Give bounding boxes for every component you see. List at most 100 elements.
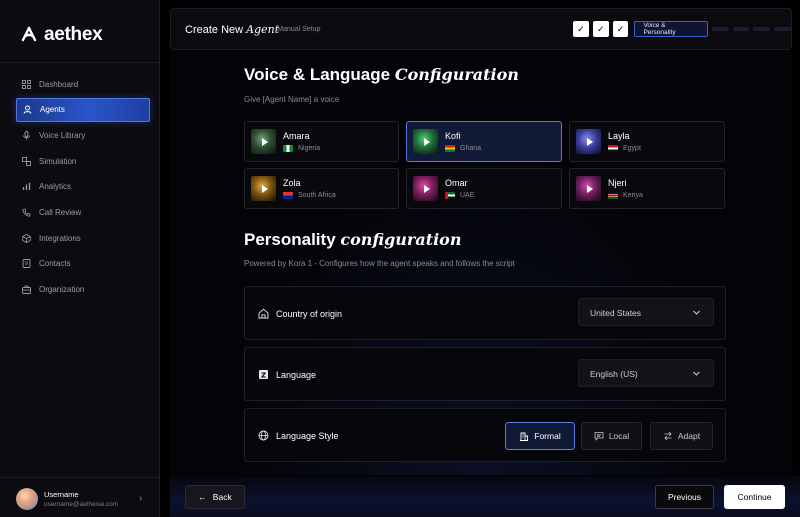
step-pending [774,27,791,31]
voice-grid: Amara Nigeria Kofi Ghana Layla Egypt Zol… [244,121,726,209]
page-subtitle: - Manual Setup [273,26,321,33]
voice-avatar [576,129,601,154]
play-icon[interactable] [261,184,268,193]
continue-button-label: Continue [737,492,772,502]
style-local-label: Local [608,431,630,441]
country-of-origin-label: Country of origin [276,309,343,319]
nigeria-flag-icon [283,145,293,152]
sidebar-item-organization[interactable]: Organization [16,278,150,302]
play-icon[interactable] [586,137,593,146]
sidebar-item-label: Call Review [39,207,82,217]
sidebar-item-voice-library[interactable]: Voice Library [16,123,150,147]
language-select[interactable]: English (US) [578,359,714,387]
briefcase-icon [22,285,31,294]
footer-bar: ← Back Previous Continue [170,476,800,517]
user-icon [23,105,32,114]
globe-icon [258,430,269,441]
sidebar-item-call-review[interactable]: Call Review [16,200,150,224]
personality-section-title-italic: configuration [340,230,462,249]
country-of-origin-select[interactable]: United States [578,298,714,326]
language-icon: Z [258,369,269,380]
style-adapt-label: Adapt [677,431,701,441]
style-formal-label: Formal [534,431,561,441]
sidebar-item-contacts[interactable]: Contacts [16,252,150,276]
voice-card-kofi[interactable]: Kofi Ghana [406,121,562,162]
voice-card-omar[interactable]: Omar UAE [406,168,562,209]
page-title-text: Create New [185,24,244,36]
cube-icon [22,233,31,243]
back-button[interactable]: ← Back [185,485,245,509]
play-icon[interactable] [423,137,430,146]
country-of-origin-row: Country of origin United States [244,286,726,340]
bar-chart-icon [22,182,31,191]
simulation-icon [22,156,31,166]
top-bar: Create New Agent - Manual Setup ✓ ✓ ✓ Vo… [170,8,792,50]
sidebar-item-label: Voice Library [39,130,86,140]
sidebar-item-label: Organization [39,285,85,294]
step-pending [753,27,771,31]
language-style-row: Language Style Formal Local Adapt [244,408,726,462]
chat-icon [594,432,604,441]
voice-card-njeri[interactable]: Njeri Kenya [569,168,725,209]
style-local-button[interactable]: Local [581,422,642,450]
south-africa-flag-icon [283,192,293,199]
language-row: Z Language English (US) [244,347,726,401]
play-icon[interactable] [586,184,593,193]
play-icon[interactable] [423,184,430,193]
check-icon: ✓ [577,23,585,34]
check-icon: ✓ [616,23,625,34]
language-label: Language [276,370,317,380]
brand-logo[interactable]: aethex [20,24,103,46]
voice-country: Ghana [460,145,482,152]
grid-icon [22,79,31,89]
building-icon [520,432,529,441]
previous-button[interactable]: Previous [655,485,714,509]
uae-flag-icon [445,192,455,199]
step-complete-3[interactable]: ✓ [612,21,629,37]
voice-card-zola[interactable]: Zola South Africa [244,168,399,209]
contacts-icon [22,259,31,269]
sidebar-item-label: Contacts [39,259,71,269]
chevron-down-icon [693,371,700,376]
voice-country: Nigeria [298,145,321,152]
main-content: Voice & Language Configuration Give [Age… [170,50,792,475]
voice-avatar [413,176,438,201]
chevron-down-icon [693,310,700,315]
style-formal-button[interactable]: Formal [505,422,575,450]
back-button-label: Back [212,492,232,502]
aethex-logo-icon [21,26,37,42]
continue-button[interactable]: Continue [724,485,785,509]
step-current[interactable]: Voice & Personality [634,21,708,37]
step-complete-1[interactable]: ✓ [573,21,589,37]
voice-avatar [251,129,276,154]
sidebar-item-label: Integrations [39,233,81,243]
voice-card-layla[interactable]: Layla Egypt [569,121,725,162]
voice-avatar [413,129,438,154]
sidebar-item-label: Dashboard [39,79,79,89]
voice-name: Zola [283,178,301,188]
check-icon: ✓ [596,23,605,34]
step-complete-2[interactable]: ✓ [592,21,609,37]
play-icon[interactable] [261,137,268,146]
user-profile[interactable]: Username username@aethexai.com › [0,477,159,517]
voice-section-title: Voice & Language Configuration [244,65,519,85]
voice-country: UAE [460,192,475,199]
sidebar-item-analytics[interactable]: Analytics [16,175,150,199]
voice-country: Kenya [623,192,643,199]
avatar [16,488,38,510]
brand-name: aethex [44,24,103,45]
personality-section-title: Personality configuration [244,230,461,250]
voice-country: South Africa [298,192,336,199]
voice-section-title-italic: Configuration [394,65,519,84]
user-name: Username [44,490,79,499]
sidebar-item-agents[interactable]: Agents [16,97,150,122]
personality-section-subtitle: Powered by Kora 1 - Configures how the a… [244,259,515,268]
sidebar-item-simulation[interactable]: Simulation [16,149,150,173]
voice-country: Egypt [623,145,641,152]
style-adapt-button[interactable]: Adapt [650,422,713,450]
sidebar-item-integrations[interactable]: Integrations [16,226,150,250]
language-value: English (US) [590,369,638,379]
sidebar-item-dashboard[interactable]: Dashboard [16,72,150,96]
swap-icon [664,431,672,441]
voice-card-amara[interactable]: Amara Nigeria [244,121,399,162]
